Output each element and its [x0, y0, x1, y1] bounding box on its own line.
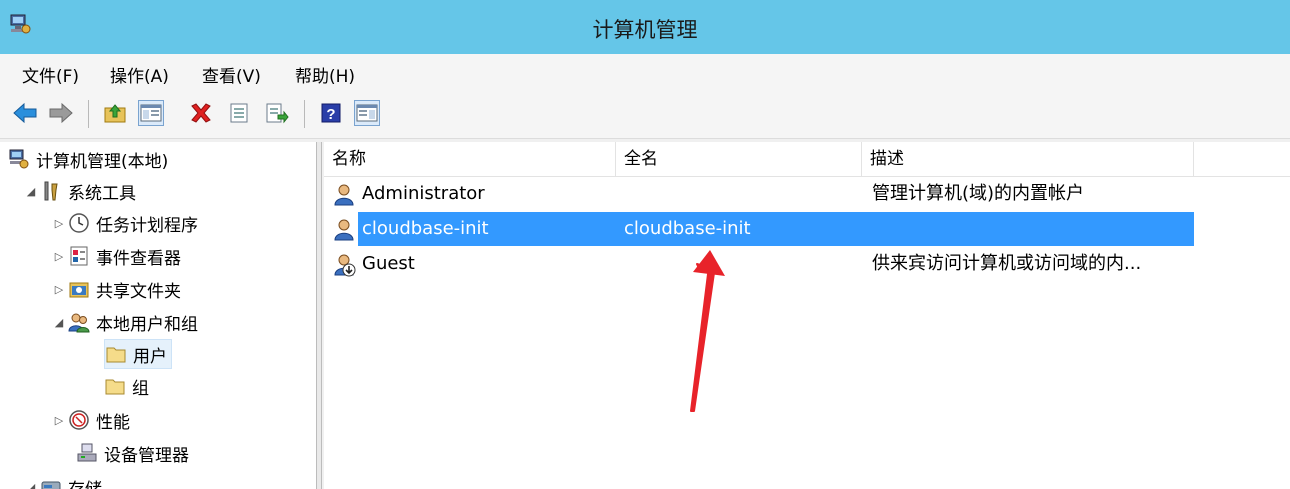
tree-item-local-users-groups[interactable]: ◢ 本地用户和组 — [50, 307, 198, 337]
tree-item-shared-folders[interactable]: ▷ 共享文件夹 — [50, 274, 181, 304]
folder-icon — [106, 347, 126, 363]
tree-item-label: 设备管理器 — [104, 445, 189, 466]
help-button[interactable]: ? — [318, 100, 344, 126]
cell-fullname: cloudbase-init — [624, 218, 751, 239]
table-row[interactable]: cloudbase-init cloudbase-init — [324, 212, 1194, 246]
tree-item-label: 任务计划程序 — [96, 215, 198, 236]
cell-name: cloudbase-init — [362, 218, 489, 239]
menu-file[interactable]: 文件(F) — [22, 62, 79, 87]
forward-button[interactable] — [48, 100, 74, 126]
svg-text:?: ? — [326, 106, 335, 123]
export-list-icon — [266, 103, 289, 124]
help-icon: ? — [321, 103, 341, 123]
menu-bar: 文件(F) 操作(A) 查看(V) 帮助(H) — [0, 54, 1290, 90]
delete-x-icon — [191, 103, 211, 123]
expander[interactable]: ▷ — [50, 283, 68, 296]
tree-item-event-viewer[interactable]: ▷ 事件查看器 — [50, 241, 181, 271]
up-level-button[interactable] — [102, 100, 128, 126]
tree-item-label: 组 — [132, 378, 149, 399]
menu-help[interactable]: 帮助(H) — [295, 62, 355, 87]
column-header-name[interactable]: 名称 — [324, 142, 616, 176]
tree-item-groups[interactable]: 组 — [104, 371, 149, 401]
disabled-user-icon — [334, 254, 356, 277]
device-manager-icon — [77, 443, 97, 462]
toolbar: ? — [0, 90, 1290, 139]
users-groups-icon — [68, 313, 90, 333]
tree-item-users[interactable]: 用户 — [104, 339, 172, 369]
action-pane-icon — [356, 104, 378, 122]
expander[interactable]: ▷ — [50, 414, 68, 427]
expander[interactable]: ▷ — [50, 250, 68, 263]
shared-folder-icon — [69, 282, 89, 298]
tree-item-system-tools[interactable]: ◢ 系统工具 — [22, 176, 136, 206]
tree-item-label: 共享文件夹 — [96, 281, 181, 302]
computer-management-icon — [9, 149, 29, 169]
console-tree[interactable]: 计算机管理(本地) ◢ 系统工具 ▷ 任务计划程序 ▷ 事件查看器 ▷ 共享文件… — [0, 142, 317, 489]
cell-description: 管理计算机(域)的内置帐户 — [872, 183, 1085, 204]
tree-item-label: 计算机管理(本地) — [36, 151, 169, 172]
tree-item-label: 本地用户和组 — [96, 314, 198, 335]
tree-item-computer-management[interactable]: 计算机管理(本地) — [8, 144, 168, 174]
event-viewer-icon — [70, 246, 88, 266]
tree-item-label: 事件查看器 — [96, 248, 181, 269]
users-list-view[interactable]: 名称 全名 描述 Administrator 管理计算机(域)的内置帐户 clo… — [324, 142, 1290, 489]
list-header: 名称 全名 描述 — [324, 142, 1290, 177]
cell-name: Guest — [362, 253, 415, 274]
window-title: 计算机管理 — [592, 18, 698, 42]
folder-up-icon — [104, 104, 126, 123]
tree-item-label: 性能 — [96, 412, 130, 433]
properties-button[interactable] — [226, 100, 252, 126]
title-bar: 计算机管理 — [0, 0, 1290, 54]
menu-view[interactable]: 查看(V) — [202, 62, 261, 87]
column-header-description[interactable]: 描述 — [862, 142, 1194, 176]
column-header-fullname[interactable]: 全名 — [616, 142, 862, 176]
tree-item-label: 系统工具 — [68, 183, 136, 204]
delete-button[interactable] — [188, 100, 214, 126]
back-button[interactable] — [12, 100, 38, 126]
storage-icon — [41, 481, 61, 489]
expander[interactable]: ◢ — [50, 316, 68, 329]
toolbar-separator — [304, 100, 305, 128]
cell-name: Administrator — [362, 183, 485, 204]
back-arrow-icon — [13, 102, 37, 124]
expander[interactable]: ▷ — [50, 217, 68, 230]
expander[interactable]: ◢ — [22, 481, 40, 489]
table-row[interactable]: Administrator 管理计算机(域)的内置帐户 — [324, 177, 1194, 211]
properties-icon — [230, 103, 248, 123]
clock-icon — [69, 213, 89, 233]
console-tree-icon — [140, 104, 162, 122]
table-row[interactable]: Guest 供来宾访问计算机或访问域的内... — [324, 247, 1194, 281]
show-hide-console-tree-button[interactable] — [138, 100, 164, 126]
tree-item-storage[interactable]: ◢ 存储 — [22, 472, 102, 489]
user-icon — [334, 184, 354, 206]
performance-icon — [69, 410, 89, 430]
tree-item-label: 用户 — [133, 346, 167, 367]
show-hide-action-pane-button[interactable] — [354, 100, 380, 126]
cell-description: 供来宾访问计算机或访问域的内... — [872, 253, 1142, 274]
forward-arrow-icon — [49, 102, 73, 124]
export-list-button[interactable] — [264, 100, 290, 126]
folder-icon — [105, 379, 125, 395]
tree-item-task-scheduler[interactable]: ▷ 任务计划程序 — [50, 208, 198, 238]
expander[interactable]: ◢ — [22, 185, 40, 198]
tree-item-device-manager[interactable]: 设备管理器 — [76, 438, 189, 468]
tree-item-label: 存储 — [68, 475, 102, 489]
pane-splitter[interactable] — [317, 142, 322, 489]
tree-item-performance[interactable]: ▷ 性能 — [50, 405, 130, 435]
user-icon — [334, 219, 354, 241]
menu-action[interactable]: 操作(A) — [110, 62, 169, 87]
system-tools-icon — [44, 181, 58, 201]
toolbar-separator — [88, 100, 89, 128]
